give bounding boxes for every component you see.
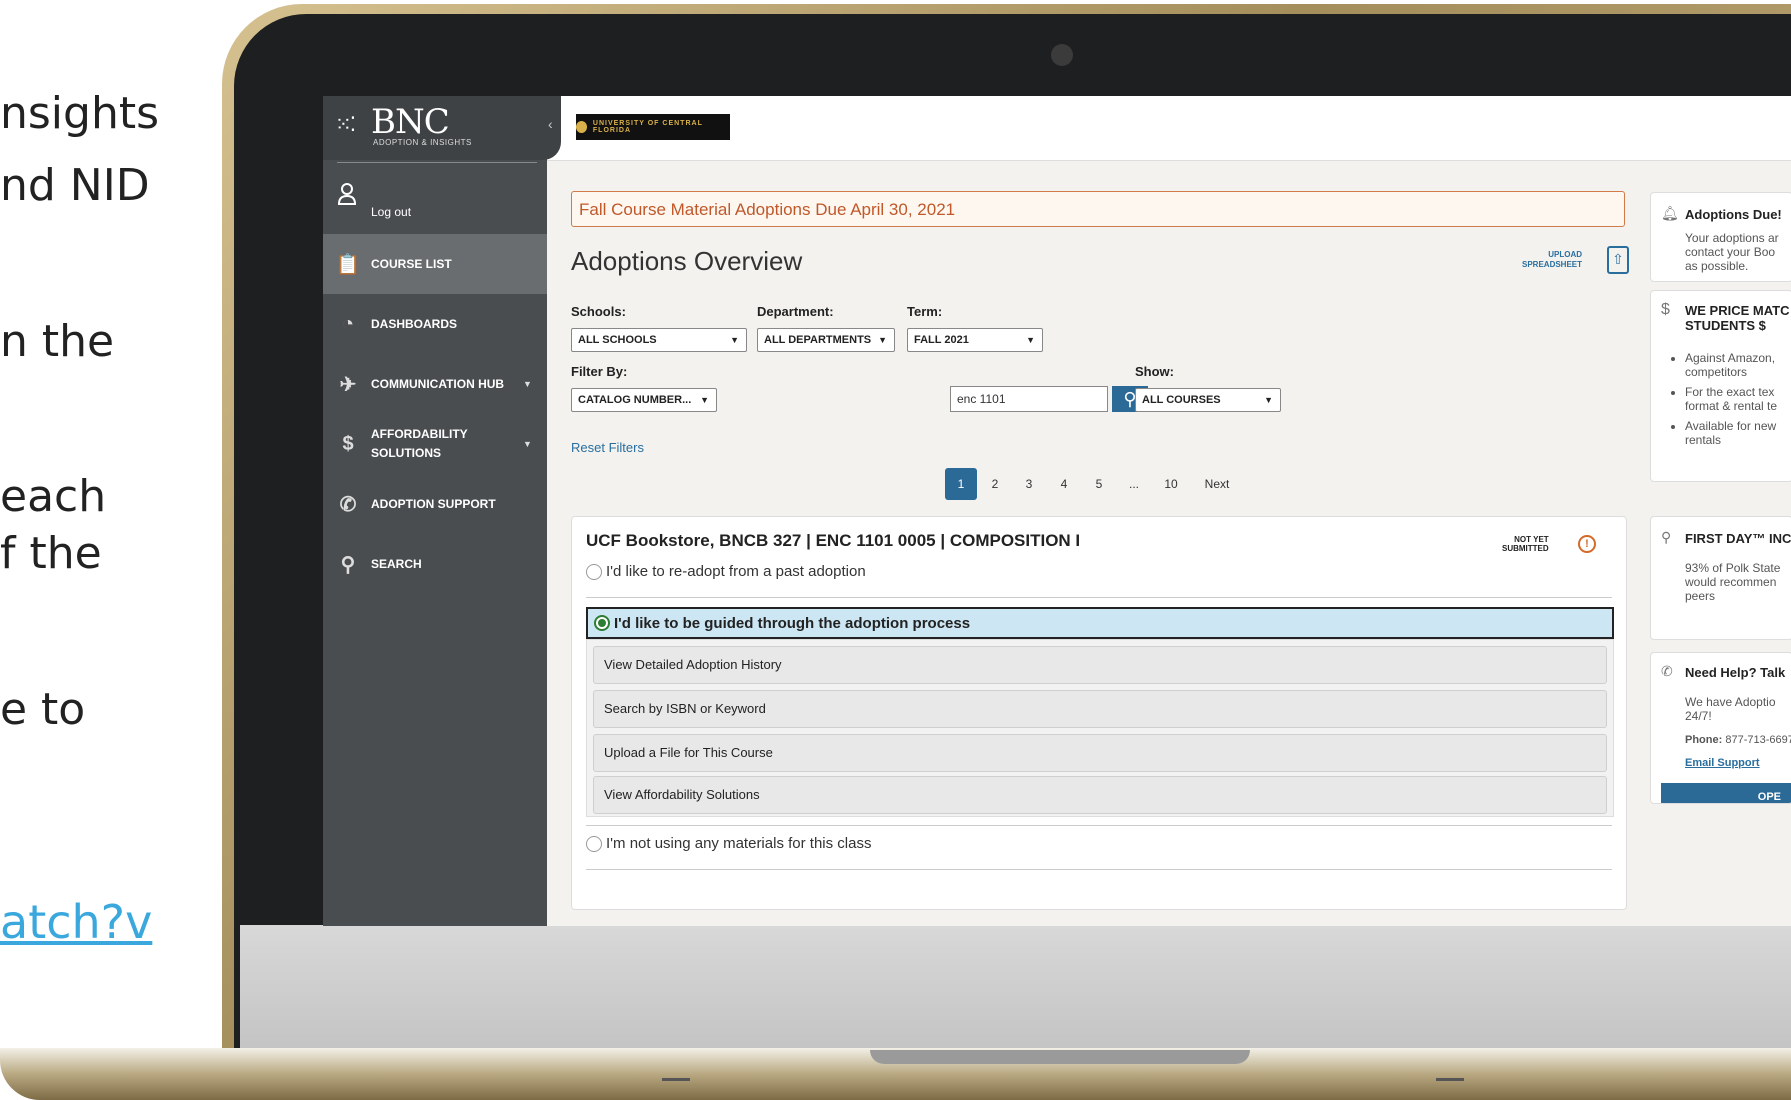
page-title: Adoptions Overview: [571, 246, 803, 276]
slide-text-line: e to: [0, 684, 86, 735]
nav-adoption-support[interactable]: ✆ ADOPTION SUPPORT: [323, 474, 547, 534]
option-guided[interactable]: I'd like to be guided through the adopti…: [586, 607, 1614, 639]
upload-icon[interactable]: ⇧: [1607, 246, 1629, 274]
dollar-icon: $: [1661, 301, 1670, 318]
deadline-banner: Fall Course Material Adoptions Due April…: [571, 191, 1625, 227]
laptop-notch: [870, 1050, 1250, 1064]
slide-link[interactable]: atch?v: [0, 895, 152, 949]
chevron-down-icon: ▼: [523, 439, 532, 449]
warning-icon: !: [1578, 535, 1596, 553]
schools-label: Schools:: [571, 304, 626, 319]
laptop-foot: [1436, 1078, 1464, 1081]
chevron-down-icon: ▼: [700, 395, 709, 405]
view-affordability-button[interactable]: View Affordability Solutions: [593, 776, 1607, 814]
list-item: Against Amazon,competitors: [1685, 351, 1777, 379]
divider: [586, 825, 1612, 826]
show-label: Show:: [1135, 364, 1174, 379]
university-logo: UNIVERSITY OF CENTRAL FLORIDA: [576, 114, 730, 140]
slide-text-line: f the: [0, 528, 102, 579]
need-help-panel: ✆ Need Help? Talk We have Adoptio 24/7! …: [1650, 652, 1791, 804]
divider: [586, 597, 1612, 598]
logo-dots-icon: ⁙⁚: [335, 114, 356, 136]
phone-icon: ✆: [1661, 663, 1673, 679]
chevron-down-icon: ▼: [1026, 335, 1035, 345]
logout-link[interactable]: Log out: [371, 205, 411, 219]
dollar-icon: $: [342, 432, 354, 455]
divider: [586, 869, 1612, 870]
first-day-panel: ⚲ FIRST DAY™ INC 93% of Polk State would…: [1650, 516, 1791, 640]
term-label: Term:: [907, 304, 943, 319]
search-isbn-button[interactable]: Search by ISBN or Keyword: [593, 690, 1607, 728]
chevron-down-icon: ▼: [730, 335, 739, 345]
next-page-button[interactable]: Next: [1197, 468, 1237, 500]
app-screen: UNIVERSITY OF CENTRAL FLORIDA ⁙⁚ BNC ADO…: [323, 96, 1791, 926]
search-input[interactable]: [950, 386, 1108, 412]
term-select[interactable]: FALL 2021 ▼: [907, 328, 1043, 352]
status-badge: NOT YET SUBMITTED: [1502, 535, 1549, 553]
slide-text-line: nsights: [0, 88, 160, 139]
department-select[interactable]: ALL DEPARTMENTS ▼: [757, 328, 895, 352]
slide-text-line: n the: [0, 316, 115, 367]
radio-button[interactable]: [586, 563, 602, 580]
schools-select[interactable]: ALL SCHOOLS ▼: [571, 328, 747, 352]
pegasus-icon: [576, 121, 587, 133]
page-button-2[interactable]: 2: [983, 468, 1007, 500]
bnc-logo: ⁙⁚ BNC ADOPTION & INSIGHTS ‹: [323, 96, 561, 160]
price-match-panel: $ WE PRICE MATC STUDENTS $ Against Amazo…: [1650, 290, 1791, 482]
course-card: UCF Bookstore, BNCB 327 | ENC 1101 0005 …: [571, 516, 1627, 910]
open-chat-button[interactable]: OPE: [1661, 783, 1791, 803]
adoptions-due-panel: 🔔︎ Adoptions Due! Your adoptions ar cont…: [1650, 192, 1791, 282]
page-ellipsis: ...: [1128, 477, 1139, 491]
page-button-4[interactable]: 4: [1052, 468, 1076, 500]
pie-chart-icon: ◔: [341, 312, 355, 335]
user-icon: [337, 182, 357, 211]
slide-text-line: each: [0, 471, 107, 522]
reset-filters-link[interactable]: Reset Filters: [571, 440, 644, 455]
nav-communication-hub[interactable]: ✈ COMMUNICATION HUB ▼: [323, 354, 547, 414]
upload-file-button[interactable]: Upload a File for This Course: [593, 734, 1607, 772]
page-button-1[interactable]: 1: [945, 468, 977, 500]
email-support-link[interactable]: Email Support: [1685, 757, 1760, 769]
nav-dashboards[interactable]: ◔ DASHBOARDS: [323, 294, 547, 354]
page-button-3[interactable]: 3: [1017, 468, 1041, 500]
nav-affordability-solutions[interactable]: $ AFFORDABILITY SOLUTIONS ▼: [323, 414, 547, 474]
view-adoption-history-button[interactable]: View Detailed Adoption History: [593, 646, 1607, 684]
option-readopt[interactable]: I'd like to re-adopt from a past adoptio…: [586, 563, 866, 580]
upload-spreadsheet-button[interactable]: UPLOAD SPREADSHEET: [1522, 250, 1582, 270]
guided-actions: View Detailed Adoption History Search by…: [586, 639, 1614, 817]
clipboard-icon: 📋: [335, 253, 361, 276]
main-content: Fall Course Material Adoptions Due April…: [547, 160, 1791, 926]
list-item: For the exact texformat & rental te: [1685, 385, 1777, 413]
price-match-list: Against Amazon,competitors For the exact…: [1665, 351, 1777, 453]
search-icon: ⚲: [1661, 529, 1672, 545]
nav-search[interactable]: ⚲ SEARCH: [323, 534, 547, 594]
paper-plane-icon: ✈: [339, 373, 357, 396]
phone-icon: ✆: [339, 493, 357, 516]
laptop-chin: [240, 925, 1791, 1050]
department-label: Department:: [757, 304, 834, 319]
chevron-down-icon: ▼: [1264, 395, 1273, 405]
bell-icon: 🔔︎: [1661, 205, 1679, 221]
radio-button-selected[interactable]: [594, 615, 610, 631]
page-button-5[interactable]: 5: [1087, 468, 1111, 500]
course-title: UCF Bookstore, BNCB 327 | ENC 1101 0005 …: [586, 531, 1081, 550]
option-no-materials[interactable]: I'm not using any materials for this cla…: [586, 835, 871, 852]
sidebar: ⁙⁚ BNC ADOPTION & INSIGHTS ‹ Log out 📋 C…: [323, 96, 561, 926]
filter-by-select[interactable]: CATALOG NUMBER... ▼: [571, 388, 717, 412]
nav-course-list[interactable]: 📋 COURSE LIST: [323, 234, 547, 294]
page-button-10[interactable]: 10: [1157, 468, 1185, 500]
filter-by-label: Filter By:: [571, 364, 628, 379]
radio-button[interactable]: [586, 835, 602, 852]
camera-icon: [1051, 44, 1073, 66]
chevron-down-icon: ▼: [523, 379, 532, 389]
slide-text-line: nd NID: [0, 160, 150, 211]
collapse-chevron-icon[interactable]: ‹: [548, 116, 553, 132]
search-icon: ⚲: [340, 553, 356, 576]
show-select[interactable]: ALL COURSES ▼: [1135, 388, 1281, 412]
list-item: Available for newrentals: [1685, 419, 1777, 447]
laptop-foot: [662, 1078, 690, 1081]
divider: [337, 162, 537, 163]
chevron-down-icon: ▼: [878, 335, 887, 345]
